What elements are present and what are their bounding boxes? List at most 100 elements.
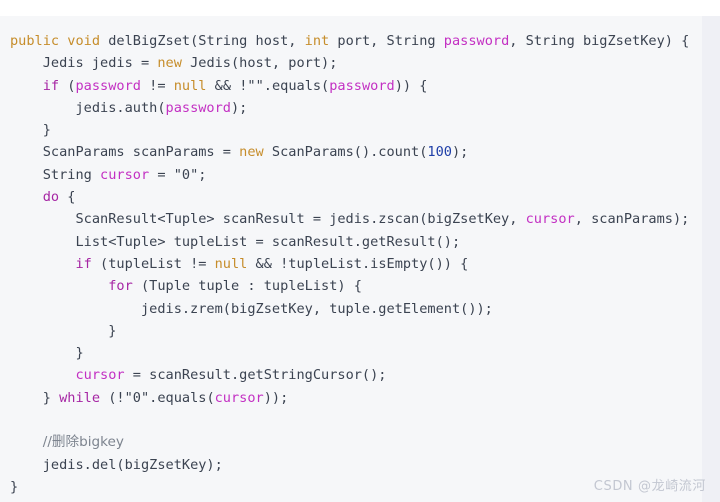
code-token-ctl: do: [42, 189, 60, 206]
code-token-plain: ScanParams scanParams =: [42, 144, 240, 161]
source-code[interactable]: public void delBigZset(String host, int …: [0, 30, 702, 498]
code-line: public void delBigZset(String host, int …: [10, 30, 692, 52]
code-token-ctl: for: [108, 278, 133, 295]
code-screenshot: public void delBigZset(String host, int …: [0, 0, 720, 502]
code-line: ScanParams scanParams = new ScanParams()…: [10, 141, 692, 163]
code-token-plain: ScanResult<Tuple> scanResult = jedis.zsc…: [75, 211, 526, 228]
code-token-plain: jedis.zrem(bigZsetKey, tuple.getElement(…: [140, 300, 493, 317]
code-line: jedis.auth(password);: [10, 97, 692, 119]
code-line: if (tupleList != null && !tupleList.isEm…: [10, 253, 692, 275]
code-token-plain: String: [42, 166, 101, 183]
code-token-kw: new: [157, 55, 182, 72]
code-token-plain: = "0";: [149, 166, 207, 183]
code-token-plain: = scanResult.getStringCursor();: [124, 367, 387, 384]
code-token-param: cursor: [214, 389, 264, 406]
code-token-plain: List<Tuple> tupleList = scanResult.getRe…: [75, 233, 461, 250]
code-token-kw: new: [239, 144, 264, 161]
code-line: String cursor = "0";: [10, 164, 692, 186]
code-token-plain: );: [231, 99, 248, 116]
code-token-param: password: [329, 77, 395, 94]
vertical-scrollbar[interactable]: [702, 16, 720, 502]
code-line: ​: [10, 409, 692, 431]
code-block-panel: public void delBigZset(String host, int …: [0, 16, 720, 502]
code-token-plain: );: [451, 144, 469, 161]
code-token-num: 100: [427, 144, 452, 161]
code-token-plain: !=: [140, 77, 174, 94]
code-token-plain: jedis.auth(: [75, 99, 166, 116]
code-token-plain: , String bigZsetKey) {: [509, 33, 690, 49]
code-line: } while (!"0".equals(cursor));: [10, 387, 692, 409]
code-token-plain: (: [59, 77, 76, 94]
code-token-kw: void: [67, 33, 101, 49]
code-line: //删除bigkey: [10, 431, 692, 453]
code-token-ctl: if: [75, 255, 92, 272]
code-line: ScanResult<Tuple> scanResult = jedis.zsc…: [10, 208, 692, 230]
code-token-plain: , scanParams);: [574, 211, 690, 228]
code-line: if (password != null && !"".equals(passw…: [10, 75, 692, 97]
code-line: jedis.del(bigZsetKey);: [10, 454, 692, 476]
code-token-param: cursor: [75, 367, 125, 384]
code-token-plain: ScanParams().count(: [263, 144, 428, 161]
code-token-plain: ));: [263, 389, 289, 406]
code-token-kw: public: [10, 33, 60, 49]
code-line: }: [10, 119, 692, 141]
code-token-plain: delBigZset(String host,: [100, 33, 305, 49]
code-token-plain: && !"".equals(: [206, 77, 330, 94]
code-line: jedis.zrem(bigZsetKey, tuple.getElement(…: [10, 298, 692, 320]
code-token-param: cursor: [100, 166, 150, 183]
code-token-ctl: while: [59, 389, 101, 406]
code-line: cursor = scanResult.getStringCursor();: [10, 364, 692, 386]
code-token-plain: Jedis(host, port);: [181, 55, 338, 72]
code-line: }: [10, 342, 692, 364]
code-token-plain: {: [59, 189, 76, 206]
code-token-plain: jedis.del(bigZsetKey);: [42, 456, 223, 473]
code-line: for (Tuple tuple : tupleList) {: [10, 275, 692, 297]
code-content-area[interactable]: public void delBigZset(String host, int …: [0, 16, 702, 498]
code-token-plain: }: [42, 389, 60, 406]
code-token-plain: (Tuple tuple : tupleList) {: [132, 278, 362, 295]
code-token-plain: port, String: [329, 33, 444, 49]
code-token-kw: null: [214, 255, 248, 272]
code-token-plain: )) {: [394, 77, 428, 94]
code-token-plain: }: [75, 345, 84, 362]
code-token-param: password: [75, 77, 141, 94]
code-token-plain: }: [42, 122, 51, 139]
code-line: Jedis jedis = new Jedis(host, port);: [10, 52, 692, 74]
code-token-plain: }: [108, 322, 117, 339]
code-token-plain: Jedis jedis =: [42, 55, 158, 72]
code-line: }: [10, 476, 692, 498]
code-token-cmt: //删除bigkey: [42, 434, 124, 451]
code-token-param: password: [165, 99, 231, 116]
code-token-param: cursor: [525, 211, 575, 228]
code-token-plain: && !tupleList.isEmpty()) {: [247, 255, 469, 272]
code-token-kw: int: [304, 33, 330, 49]
csdn-watermark: CSDN @龙崎流河: [593, 479, 706, 494]
code-token-plain: }: [10, 478, 19, 495]
code-token-param: password: [443, 33, 510, 49]
code-line: List<Tuple> tupleList = scanResult.getRe…: [10, 231, 692, 253]
code-line: do {: [10, 186, 692, 208]
code-token-kw: null: [173, 77, 207, 94]
code-token-plain: (tupleList !=: [91, 255, 215, 272]
code-token-plain: (!"0".equals(: [100, 389, 215, 406]
code-token-ctl: if: [42, 77, 60, 94]
code-line: }: [10, 320, 692, 342]
